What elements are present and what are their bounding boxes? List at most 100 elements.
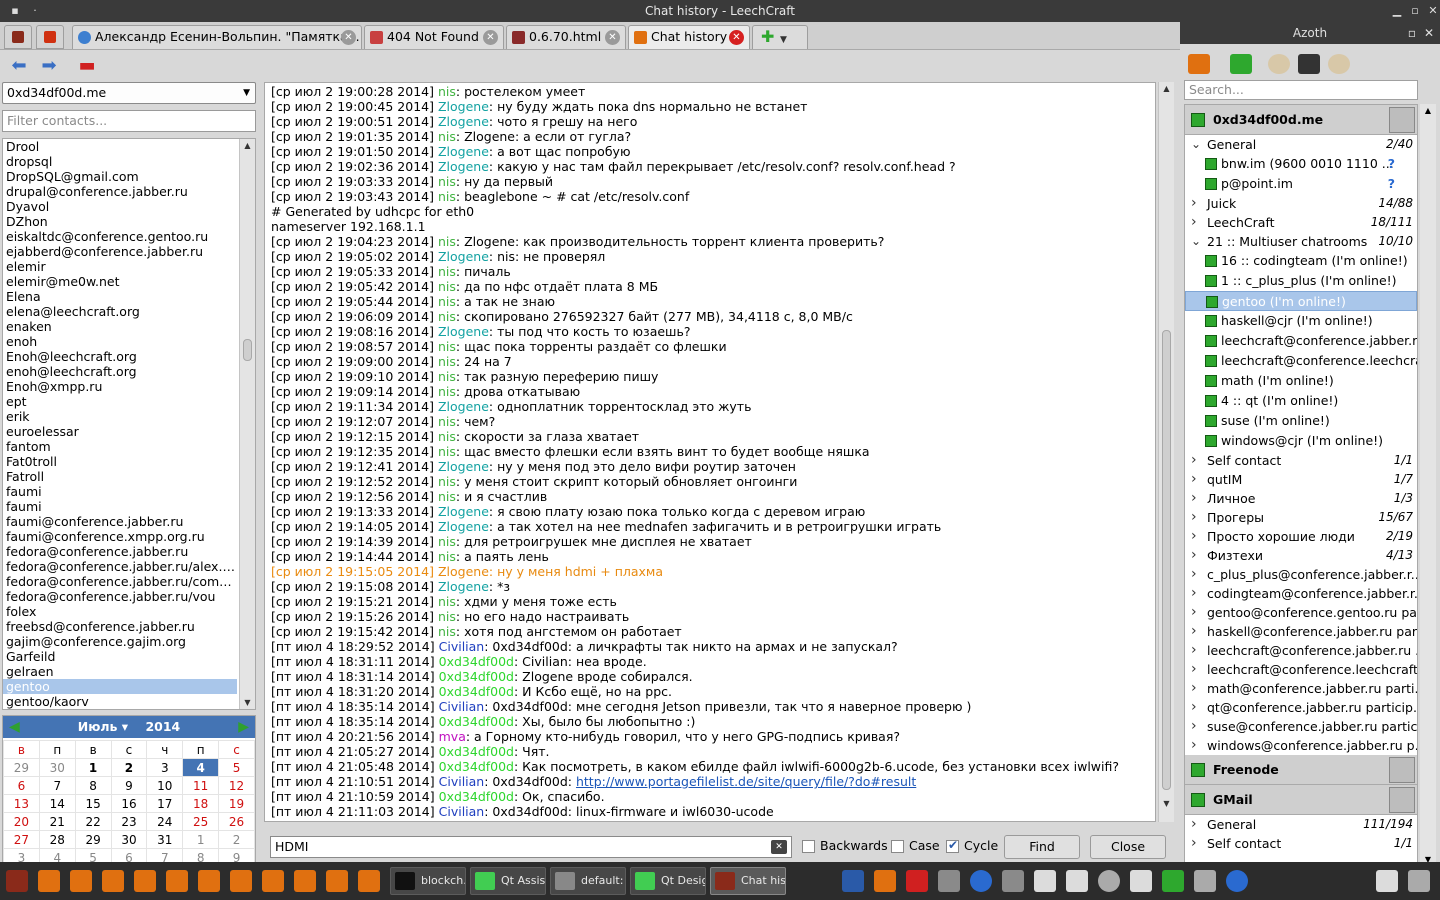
chat-nick[interactable]: Zlogene bbox=[438, 519, 489, 534]
account-freenode[interactable]: Freenode bbox=[1185, 755, 1417, 785]
task-terminal[interactable]: blockch... bbox=[390, 867, 466, 895]
chevron-right-icon[interactable]: › bbox=[1191, 565, 1197, 584]
contact-item[interactable]: elemir bbox=[3, 259, 237, 274]
calendar-day[interactable]: 29 bbox=[3, 758, 40, 777]
tab-close-icon[interactable]: ✕ bbox=[483, 30, 498, 45]
chat-nick[interactable]: Zlogene bbox=[438, 99, 489, 114]
roster-group[interactable]: › suse@conference.jabber.ru partic... bbox=[1185, 717, 1417, 736]
find-input[interactable]: HDMI ✕ bbox=[270, 836, 792, 858]
account-select[interactable]: 0xd34df00d.me ▼ bbox=[2, 82, 256, 104]
chat-nick[interactable]: Civilian bbox=[439, 639, 485, 654]
globe-icon[interactable] bbox=[970, 870, 992, 892]
chevron-right-icon[interactable]: › bbox=[1191, 546, 1197, 565]
roster-group[interactable]: › windows@conference.jabber.ru p... bbox=[1185, 736, 1417, 755]
chat-nick[interactable]: nis bbox=[438, 534, 456, 549]
roster-contact[interactable]: gentoo (I'm online!) bbox=[1185, 291, 1417, 311]
desktop-icon[interactable] bbox=[842, 870, 864, 892]
roster-group[interactable]: › Просто хорошие люди 2/19 bbox=[1185, 527, 1417, 546]
chat-link[interactable]: http://www.portagefilelist.de/site/query… bbox=[576, 774, 916, 789]
chat-nick[interactable]: nis bbox=[438, 444, 456, 459]
tray-leechcraft-icon[interactable] bbox=[874, 870, 896, 892]
clipboard-icon[interactable] bbox=[1376, 870, 1398, 892]
notes-icon[interactable] bbox=[294, 870, 316, 892]
task-chat-history[interactable]: Chat his... bbox=[710, 867, 786, 895]
contact-item[interactable]: freebsd@conference.jabber.ru bbox=[3, 619, 237, 634]
calendar-day[interactable]: 14 bbox=[38, 794, 76, 813]
contact-item[interactable]: enaken bbox=[3, 319, 237, 334]
chevron-right-icon[interactable]: › bbox=[1191, 584, 1197, 603]
contact-item[interactable]: gentoo bbox=[3, 679, 237, 694]
chat-nick[interactable]: Zlogene bbox=[438, 459, 489, 474]
chat-nick[interactable]: Zlogene bbox=[438, 579, 489, 594]
calendar-day[interactable]: 1 bbox=[182, 830, 220, 849]
back-icon[interactable]: ⬅ bbox=[8, 56, 30, 76]
chat-nick[interactable]: nis bbox=[438, 84, 456, 99]
chevron-right-icon[interactable]: › bbox=[1191, 736, 1197, 755]
grid-icon[interactable] bbox=[1034, 870, 1056, 892]
roster-scrollbar[interactable]: ▲ ▼ bbox=[1420, 104, 1436, 866]
roster-group[interactable]: › gentoo@conference.gentoo.ru pa... bbox=[1185, 603, 1417, 622]
downloads-icon[interactable] bbox=[70, 870, 92, 892]
calendar-day[interactable]: 30 bbox=[110, 830, 148, 849]
chat-nick[interactable]: Zlogene bbox=[438, 324, 489, 339]
contact-item[interactable]: fedora@conference.jabber.ru/alex.g... bbox=[3, 559, 237, 574]
calendar-day[interactable]: 23 bbox=[110, 812, 148, 831]
roster-group[interactable]: › Физтехи 4/13 bbox=[1185, 546, 1417, 565]
chat-nick[interactable]: nis bbox=[438, 189, 456, 204]
chat-nick[interactable]: Zlogene bbox=[438, 159, 489, 174]
calendar-year[interactable]: 2014 bbox=[145, 719, 180, 734]
chevron-right-icon[interactable]: › bbox=[1191, 717, 1197, 736]
roster-contact[interactable]: windows@cjr (I'm online!) bbox=[1185, 431, 1417, 451]
contact-item[interactable]: DZhon bbox=[3, 214, 237, 229]
chat-nick[interactable]: nis bbox=[438, 594, 456, 609]
delete-history-icon[interactable]: ▬ bbox=[76, 56, 98, 76]
roster-contact[interactable]: suse (I'm online!) bbox=[1185, 411, 1417, 431]
calendar-day[interactable]: 6 bbox=[3, 776, 40, 795]
minimize-icon[interactable]: ▁ bbox=[1388, 0, 1406, 22]
chevron-right-icon[interactable]: › bbox=[1191, 527, 1197, 546]
chat-nick[interactable]: nis bbox=[438, 414, 456, 429]
mail-icon[interactable] bbox=[906, 870, 928, 892]
chat-nick[interactable]: nis bbox=[438, 489, 456, 504]
contact-item[interactable]: Fat0troll bbox=[3, 454, 237, 469]
contact-item[interactable]: Drool bbox=[3, 139, 237, 154]
roster-group[interactable]: › qutIM 1/7 bbox=[1185, 470, 1417, 489]
roster-contact[interactable]: math (I'm online!) bbox=[1185, 371, 1417, 391]
contact-item[interactable]: faumi@conference.jabber.ru bbox=[3, 514, 237, 529]
chevron-right-icon[interactable]: › bbox=[1191, 679, 1197, 698]
contact-list[interactable]: Drool dropsql DropSQL@gmail.com drupal@conf… bbox=[2, 138, 256, 710]
tab-changelog[interactable]: 0.6.70.html ✕ bbox=[506, 25, 626, 49]
roster-group[interactable]: › Прогеры 15/67 bbox=[1185, 508, 1417, 527]
contact-item[interactable]: eiskaltdc@conference.gentoo.ru bbox=[3, 229, 237, 244]
chat-nick[interactable]: nis bbox=[438, 429, 456, 444]
tab-article[interactable]: Александр Есенин-Вольпин. "Памятка... ✕ bbox=[72, 25, 362, 49]
contact-item[interactable]: faumi bbox=[3, 484, 237, 499]
backwards-checkbox[interactable] bbox=[802, 840, 815, 853]
find-button[interactable]: Find bbox=[1004, 835, 1080, 859]
maximize-icon[interactable]: ▫ bbox=[1406, 0, 1424, 22]
contact-item[interactable]: faumi@conference.xmpp.org.ru bbox=[3, 529, 237, 544]
chevron-right-icon[interactable]: › bbox=[1191, 815, 1197, 834]
chat-nick[interactable]: 0xd34df00d bbox=[439, 654, 514, 669]
chat-nick[interactable]: nis bbox=[438, 279, 456, 294]
leechcraft-launcher-icon[interactable] bbox=[6, 870, 28, 892]
tab-404[interactable]: 404 Not Found ✕ bbox=[364, 25, 504, 49]
info-icon[interactable] bbox=[1226, 870, 1248, 892]
contact-item[interactable]: Enoh@leechcraft.org bbox=[3, 349, 237, 364]
usb-icon[interactable] bbox=[1130, 870, 1152, 892]
roster-group[interactable]: › codingteam@conference.jabber.r... bbox=[1185, 584, 1417, 603]
calendar-day[interactable]: 3 bbox=[146, 758, 184, 777]
roster-group[interactable]: › qt@conference.jabber.ru particip... bbox=[1185, 698, 1417, 717]
terminal-icon[interactable] bbox=[134, 870, 156, 892]
chat-nick[interactable]: nis bbox=[438, 549, 456, 564]
new-tab-button[interactable]: ✚ ▼ bbox=[752, 25, 808, 49]
chevron-right-icon[interactable]: › bbox=[1191, 213, 1197, 232]
presence-icon[interactable] bbox=[1230, 54, 1252, 74]
prev-month-icon[interactable]: ◀ bbox=[9, 716, 20, 738]
roster-group[interactable]: › Self contact 1/1 bbox=[1185, 834, 1417, 853]
chevron-right-icon[interactable]: › bbox=[1191, 470, 1197, 489]
calendar-day[interactable]: 9 bbox=[110, 776, 148, 795]
calendar-day[interactable]: 4 bbox=[182, 758, 220, 777]
contact-item[interactable]: Enoh@xmpp.ru bbox=[3, 379, 237, 394]
calendar-day[interactable]: 29 bbox=[74, 830, 112, 849]
